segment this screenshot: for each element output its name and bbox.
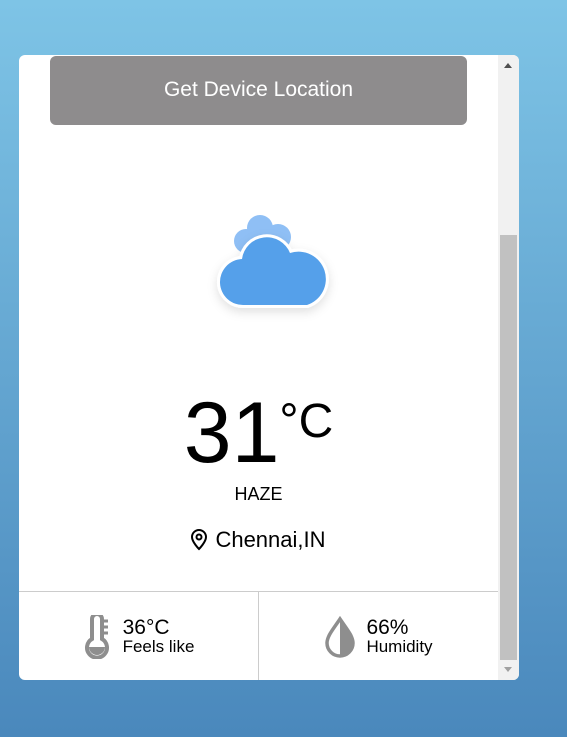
thermometer-icon [84,614,109,659]
weather-card: Get Device Location 31°C HAZE Chennai,IN… [19,55,519,680]
humidity-value: 66% [366,615,409,639]
feels-like-box: 36°C Feels like [19,592,258,680]
details-row: 36°C Feels like 66% Humidity [19,591,498,680]
weather-description: HAZE [234,484,283,504]
temperature-unit: °C [279,395,334,448]
scrollbar[interactable] [498,55,519,680]
scroll-up-icon[interactable] [504,63,512,68]
temperature: 31°C [19,390,498,476]
temperature-value: 31 [183,385,280,481]
haze-cloud-icon [204,205,354,330]
location-name: Chennai,IN [215,527,326,552]
water-drop-icon [325,615,356,658]
humidity-label: Humidity [366,636,433,656]
feels-like-value: 36°C [122,615,170,639]
location-pin-icon [191,529,208,551]
location: Chennai,IN [19,527,498,553]
feels-like-label: Feels like [122,636,195,656]
scroll-down-icon[interactable] [504,667,512,672]
humidity-box: 66% Humidity [258,592,498,680]
scrollbar-thumb[interactable] [500,235,517,660]
get-device-location-button[interactable]: Get Device Location [50,56,467,125]
